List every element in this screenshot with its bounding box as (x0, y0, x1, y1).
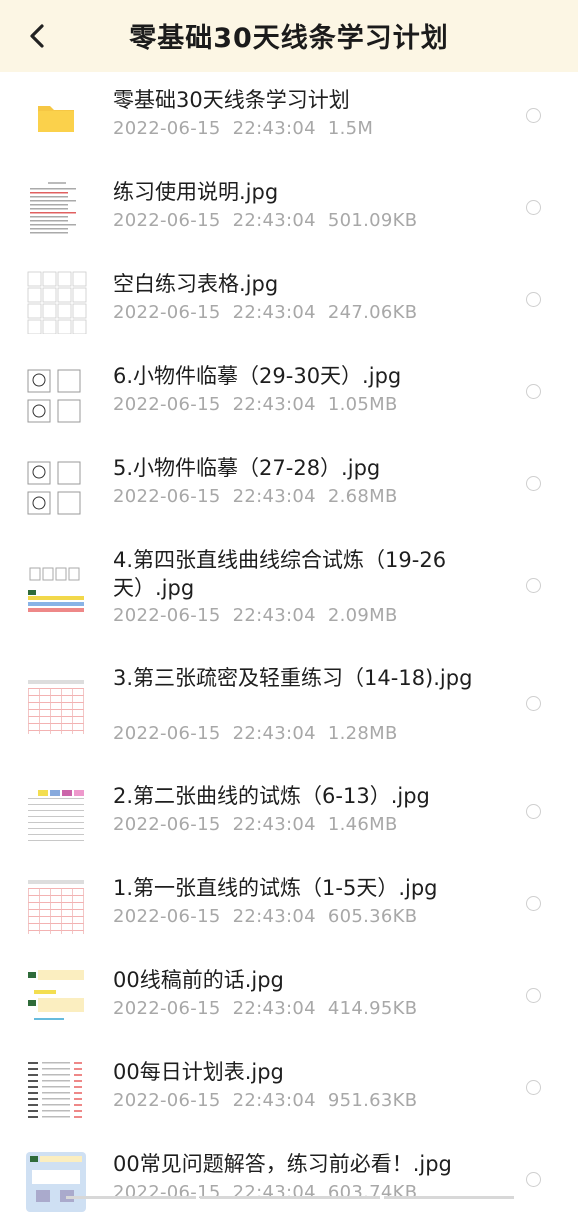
file-row[interactable]: 6.小物件临摹（29-30天）.jpg 2022-06-15 22:43:04 1.0… (0, 348, 578, 440)
header-bar: 零基础30天线条学习计划 (0, 0, 578, 72)
file-thumbnail (24, 966, 88, 1030)
file-date: 2022-06-15 (113, 1090, 221, 1111)
file-row[interactable]: 00每日计划表.jpg 2022-06-15 22:43:04 951.63KB (0, 1044, 578, 1136)
select-radio[interactable] (526, 292, 541, 307)
file-thumbnail (24, 556, 88, 620)
file-name: 空白练习表格.jpg (113, 272, 279, 296)
file-name: 零基础30天线条学习计划 (113, 88, 350, 112)
file-size: 1.46MB (327, 814, 398, 835)
file-date: 2022-06-15 (113, 998, 221, 1019)
file-thumbnail (24, 1150, 88, 1214)
file-size: 605.36KB (327, 906, 418, 927)
file-meta: 2022-06-15 22:43:04 1.46MB (113, 814, 398, 835)
file-row[interactable]: 00线稿前的话.jpg 2022-06-15 22:43:04 414.95KB (0, 952, 578, 1044)
file-date: 2022-06-15 (113, 723, 221, 744)
file-name: 4.第四张直线曲线综合试炼（19-26天）.jpg (113, 548, 447, 600)
file-row[interactable]: 空白练习表格.jpg 2022-06-15 22:43:04 247.06KB (0, 256, 578, 348)
file-time: 22:43:04 (232, 723, 316, 744)
file-size: 2.09MB (327, 605, 398, 626)
file-thumbnail (24, 270, 88, 334)
file-size: 1.28MB (327, 723, 398, 744)
file-name: 练习使用说明.jpg (113, 180, 279, 204)
file-size: 501.09KB (327, 210, 418, 231)
file-name: 3.第三张疏密及轻重练习（14-18).jpg (113, 666, 473, 690)
file-row[interactable]: 2.第二张曲线的试炼（6-13）.jpg 2022-06-15 22:43:04 1.… (0, 768, 578, 860)
file-date: 2022-06-15 (113, 605, 221, 626)
file-size: 414.95KB (327, 998, 418, 1019)
select-radio[interactable] (526, 476, 541, 491)
file-size: 1.5M (327, 118, 374, 139)
select-radio[interactable] (526, 108, 541, 123)
select-radio[interactable] (526, 200, 541, 215)
file-time: 22:43:04 (232, 394, 316, 415)
file-row[interactable]: 4.第四张直线曲线综合试炼（19-26天）.jpg 2022-06-15 22:43… (0, 532, 578, 650)
file-size: 2.68MB (327, 486, 398, 507)
folder-icon (24, 86, 88, 150)
file-size: 247.06KB (327, 302, 418, 323)
file-date: 2022-06-15 (113, 814, 221, 835)
file-time: 22:43:04 (232, 906, 316, 927)
file-date: 2022-06-15 (113, 302, 221, 323)
file-row[interactable]: 3.第三张疏密及轻重练习（14-18).jpg 2022-06-15 22:43:0… (0, 650, 578, 768)
file-time: 22:43:04 (232, 302, 316, 323)
page-title: 零基础30天线条学习计划 (129, 23, 449, 54)
file-date: 2022-06-15 (113, 906, 221, 927)
file-row[interactable]: 1.第一张直线的试炼（1-5天）.jpg 2022-06-15 22:43:04 60… (0, 860, 578, 952)
select-radio[interactable] (526, 578, 541, 593)
file-meta: 2022-06-15 22:43:04 1.28MB (113, 723, 398, 744)
select-radio[interactable] (526, 804, 541, 819)
file-row[interactable]: 5.小物件临摹（27-28）.jpg 2022-06-15 22:43:04 2.68… (0, 440, 578, 532)
file-thumbnail (24, 874, 88, 938)
scroll-indicator (0, 1194, 578, 1200)
file-size: 951.63KB (327, 1090, 418, 1111)
file-thumbnail (24, 674, 88, 738)
file-date: 2022-06-15 (113, 210, 221, 231)
select-radio[interactable] (526, 1172, 541, 1187)
file-name: 5.小物件临摹（27-28）.jpg (113, 456, 381, 480)
file-meta: 2022-06-15 22:43:04 414.95KB (113, 998, 417, 1019)
file-time: 22:43:04 (232, 605, 316, 626)
file-date: 2022-06-15 (113, 394, 221, 415)
file-time: 22:43:04 (232, 118, 316, 139)
file-time: 22:43:04 (232, 998, 316, 1019)
file-meta: 2022-06-15 22:43:04 1.05MB (113, 394, 398, 415)
select-radio[interactable] (526, 1080, 541, 1095)
file-date: 2022-06-15 (113, 118, 221, 139)
file-thumbnail (24, 1058, 88, 1122)
file-name: 00常见问题解答，练习前必看！.jpg (113, 1152, 452, 1176)
file-time: 22:43:04 (232, 486, 316, 507)
file-row[interactable]: 练习使用说明.jpg 2022-06-15 22:43:04 501.09KB (0, 164, 578, 256)
file-meta: 2022-06-15 22:43:04 247.06KB (113, 302, 417, 323)
file-meta: 2022-06-15 22:43:04 2.09MB (113, 605, 398, 626)
file-time: 22:43:04 (232, 210, 316, 231)
file-size: 1.05MB (327, 394, 398, 415)
file-date: 2022-06-15 (113, 486, 221, 507)
file-time: 22:43:04 (232, 814, 316, 835)
file-row[interactable]: 00常见问题解答，练习前必看！.jpg 2022-06-15 22:43:04 603… (0, 1136, 578, 1228)
file-name: 1.第一张直线的试炼（1-5天）.jpg (113, 876, 438, 900)
select-radio[interactable] (526, 896, 541, 911)
file-meta: 2022-06-15 22:43:04 951.63KB (113, 1090, 417, 1111)
file-thumbnail (24, 454, 88, 518)
file-meta: 2022-06-15 22:43:04 501.09KB (113, 210, 417, 231)
file-meta: 2022-06-15 22:43:04 605.36KB (113, 906, 417, 927)
file-thumbnail (24, 782, 88, 846)
file-list: 零基础30天线条学习计划 2022-06-15 22:43:04 1.5M 练习使用说明… (0, 72, 578, 1228)
file-meta: 2022-06-15 22:43:04 1.5M (113, 118, 373, 139)
file-row[interactable]: 零基础30天线条学习计划 2022-06-15 22:43:04 1.5M (0, 72, 578, 164)
file-name: 00线稿前的话.jpg (113, 968, 284, 992)
file-name: 2.第二张曲线的试炼（6-13）.jpg (113, 784, 430, 808)
select-radio[interactable] (526, 696, 541, 711)
file-thumbnail (24, 362, 88, 426)
select-radio[interactable] (526, 988, 541, 1003)
file-name: 6.小物件临摹（29-30天）.jpg (113, 364, 402, 388)
file-meta: 2022-06-15 22:43:04 2.68MB (113, 486, 398, 507)
file-name: 00每日计划表.jpg (113, 1060, 284, 1084)
file-time: 22:43:04 (232, 1090, 316, 1111)
file-thumbnail (24, 178, 88, 242)
select-radio[interactable] (526, 384, 541, 399)
